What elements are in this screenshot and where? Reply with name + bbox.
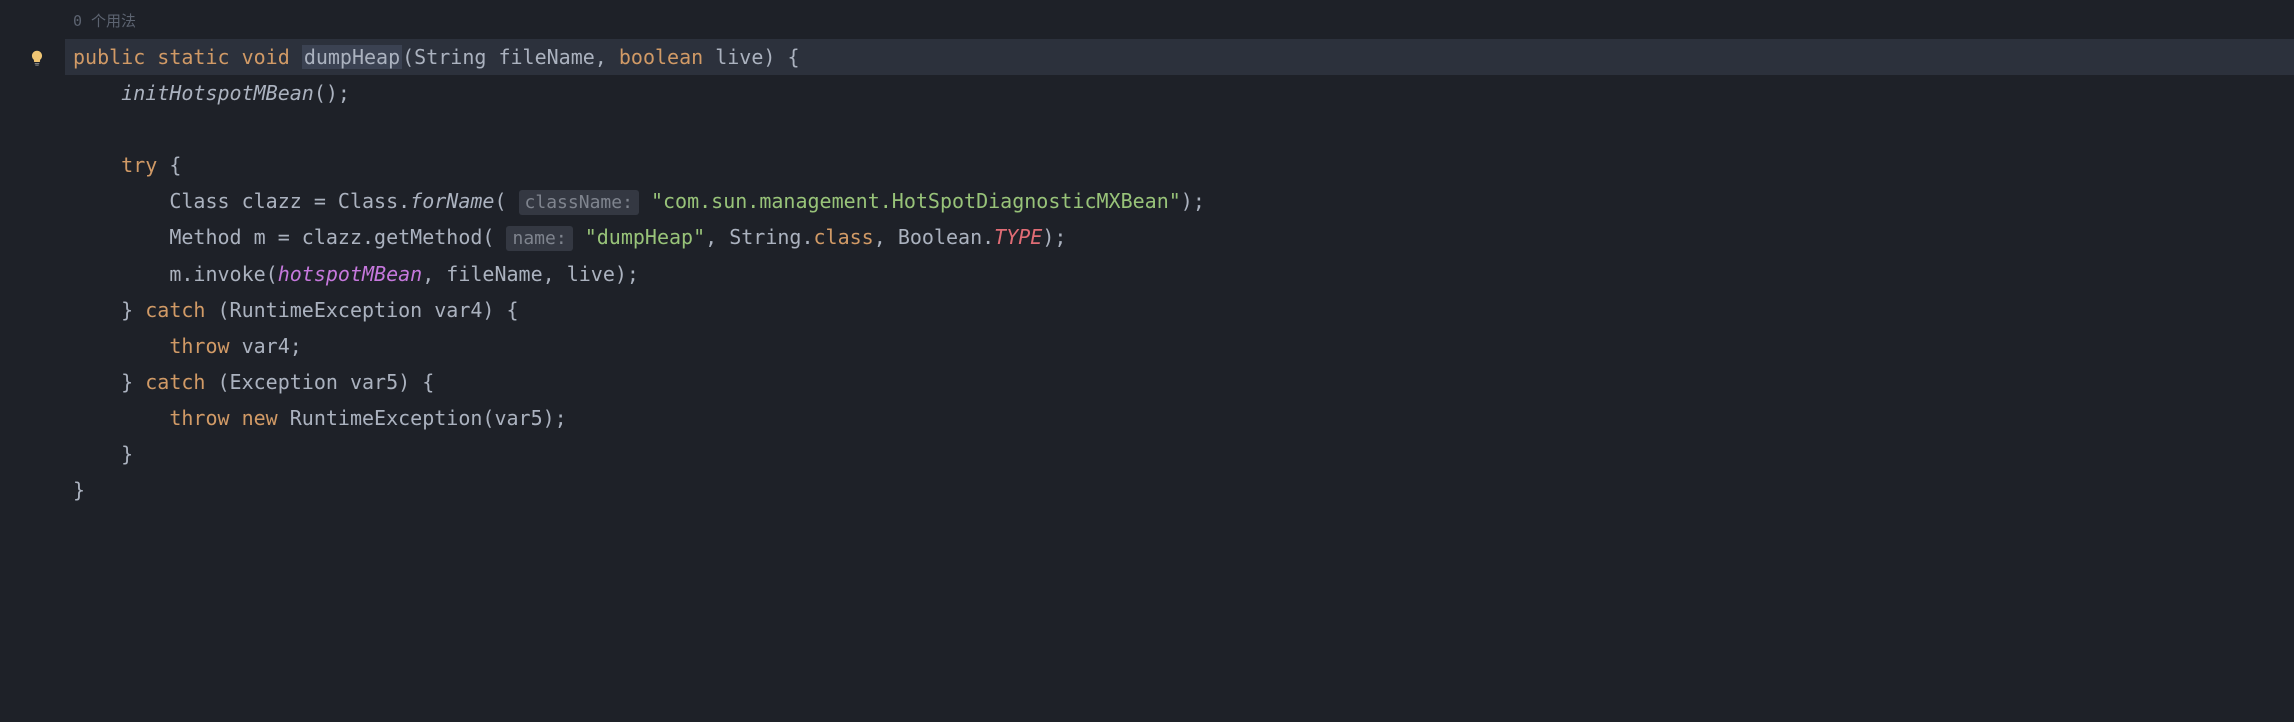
code-line-1[interactable]: public static void dumpHeap(String fileN… [65, 39, 2294, 75]
keyword-class: class [814, 225, 874, 249]
code-line-5[interactable]: Class clazz = Class.forName( className: … [65, 183, 2294, 219]
keyword-void: void [242, 45, 290, 69]
usage-hint[interactable]: 0 个用法 [65, 8, 2294, 39]
code-line-3[interactable] [65, 111, 2294, 147]
type-constant: TYPE [994, 225, 1042, 249]
method-forname: forName [410, 189, 494, 213]
keyword-try: try [121, 153, 157, 177]
code-line-7[interactable]: m.invoke(hotspotMBean, fileName, live); [65, 256, 2294, 292]
code-line-4[interactable]: try { [65, 147, 2294, 183]
method-name: dumpHeap [302, 45, 402, 69]
code-line-2[interactable]: initHotspotMBean(); [65, 75, 2294, 111]
code-line-8[interactable]: } catch (RuntimeException var4) { [65, 292, 2294, 328]
method-call: initHotspotMBean [121, 81, 314, 105]
keyword-static: static [157, 45, 229, 69]
code-line-6[interactable]: Method m = clazz.getMethod( name: "dumpH… [65, 219, 2294, 255]
keyword-catch: catch [145, 298, 205, 322]
lightbulb-icon[interactable] [28, 42, 46, 60]
keyword-boolean: boolean [619, 45, 703, 69]
code-line-10[interactable]: } catch (Exception var5) { [65, 364, 2294, 400]
code-line-12[interactable]: } [65, 436, 2294, 472]
keyword-public: public [73, 45, 145, 69]
code-line-9[interactable]: throw var4; [65, 328, 2294, 364]
keyword-catch: catch [145, 370, 205, 394]
string-literal: "com.sun.management.HotSpotDiagnosticMXB… [651, 189, 1181, 213]
gutter [0, 0, 65, 722]
keyword-new: new [242, 406, 278, 430]
keyword-throw: throw [169, 334, 229, 358]
code-line-11[interactable]: throw new RuntimeException(var5); [65, 400, 2294, 436]
code-editor[interactable]: 0 个用法 public static void dumpHeap(String… [0, 0, 2294, 722]
code-area[interactable]: 0 个用法 public static void dumpHeap(String… [65, 0, 2294, 722]
keyword-throw: throw [169, 406, 229, 430]
string-literal: "dumpHeap" [585, 225, 705, 249]
param-hint-classname: className: [519, 190, 639, 215]
field-reference: hotspotMBean [278, 262, 423, 286]
code-line-13[interactable]: } [65, 472, 2294, 508]
param-hint-name: name: [506, 226, 572, 251]
